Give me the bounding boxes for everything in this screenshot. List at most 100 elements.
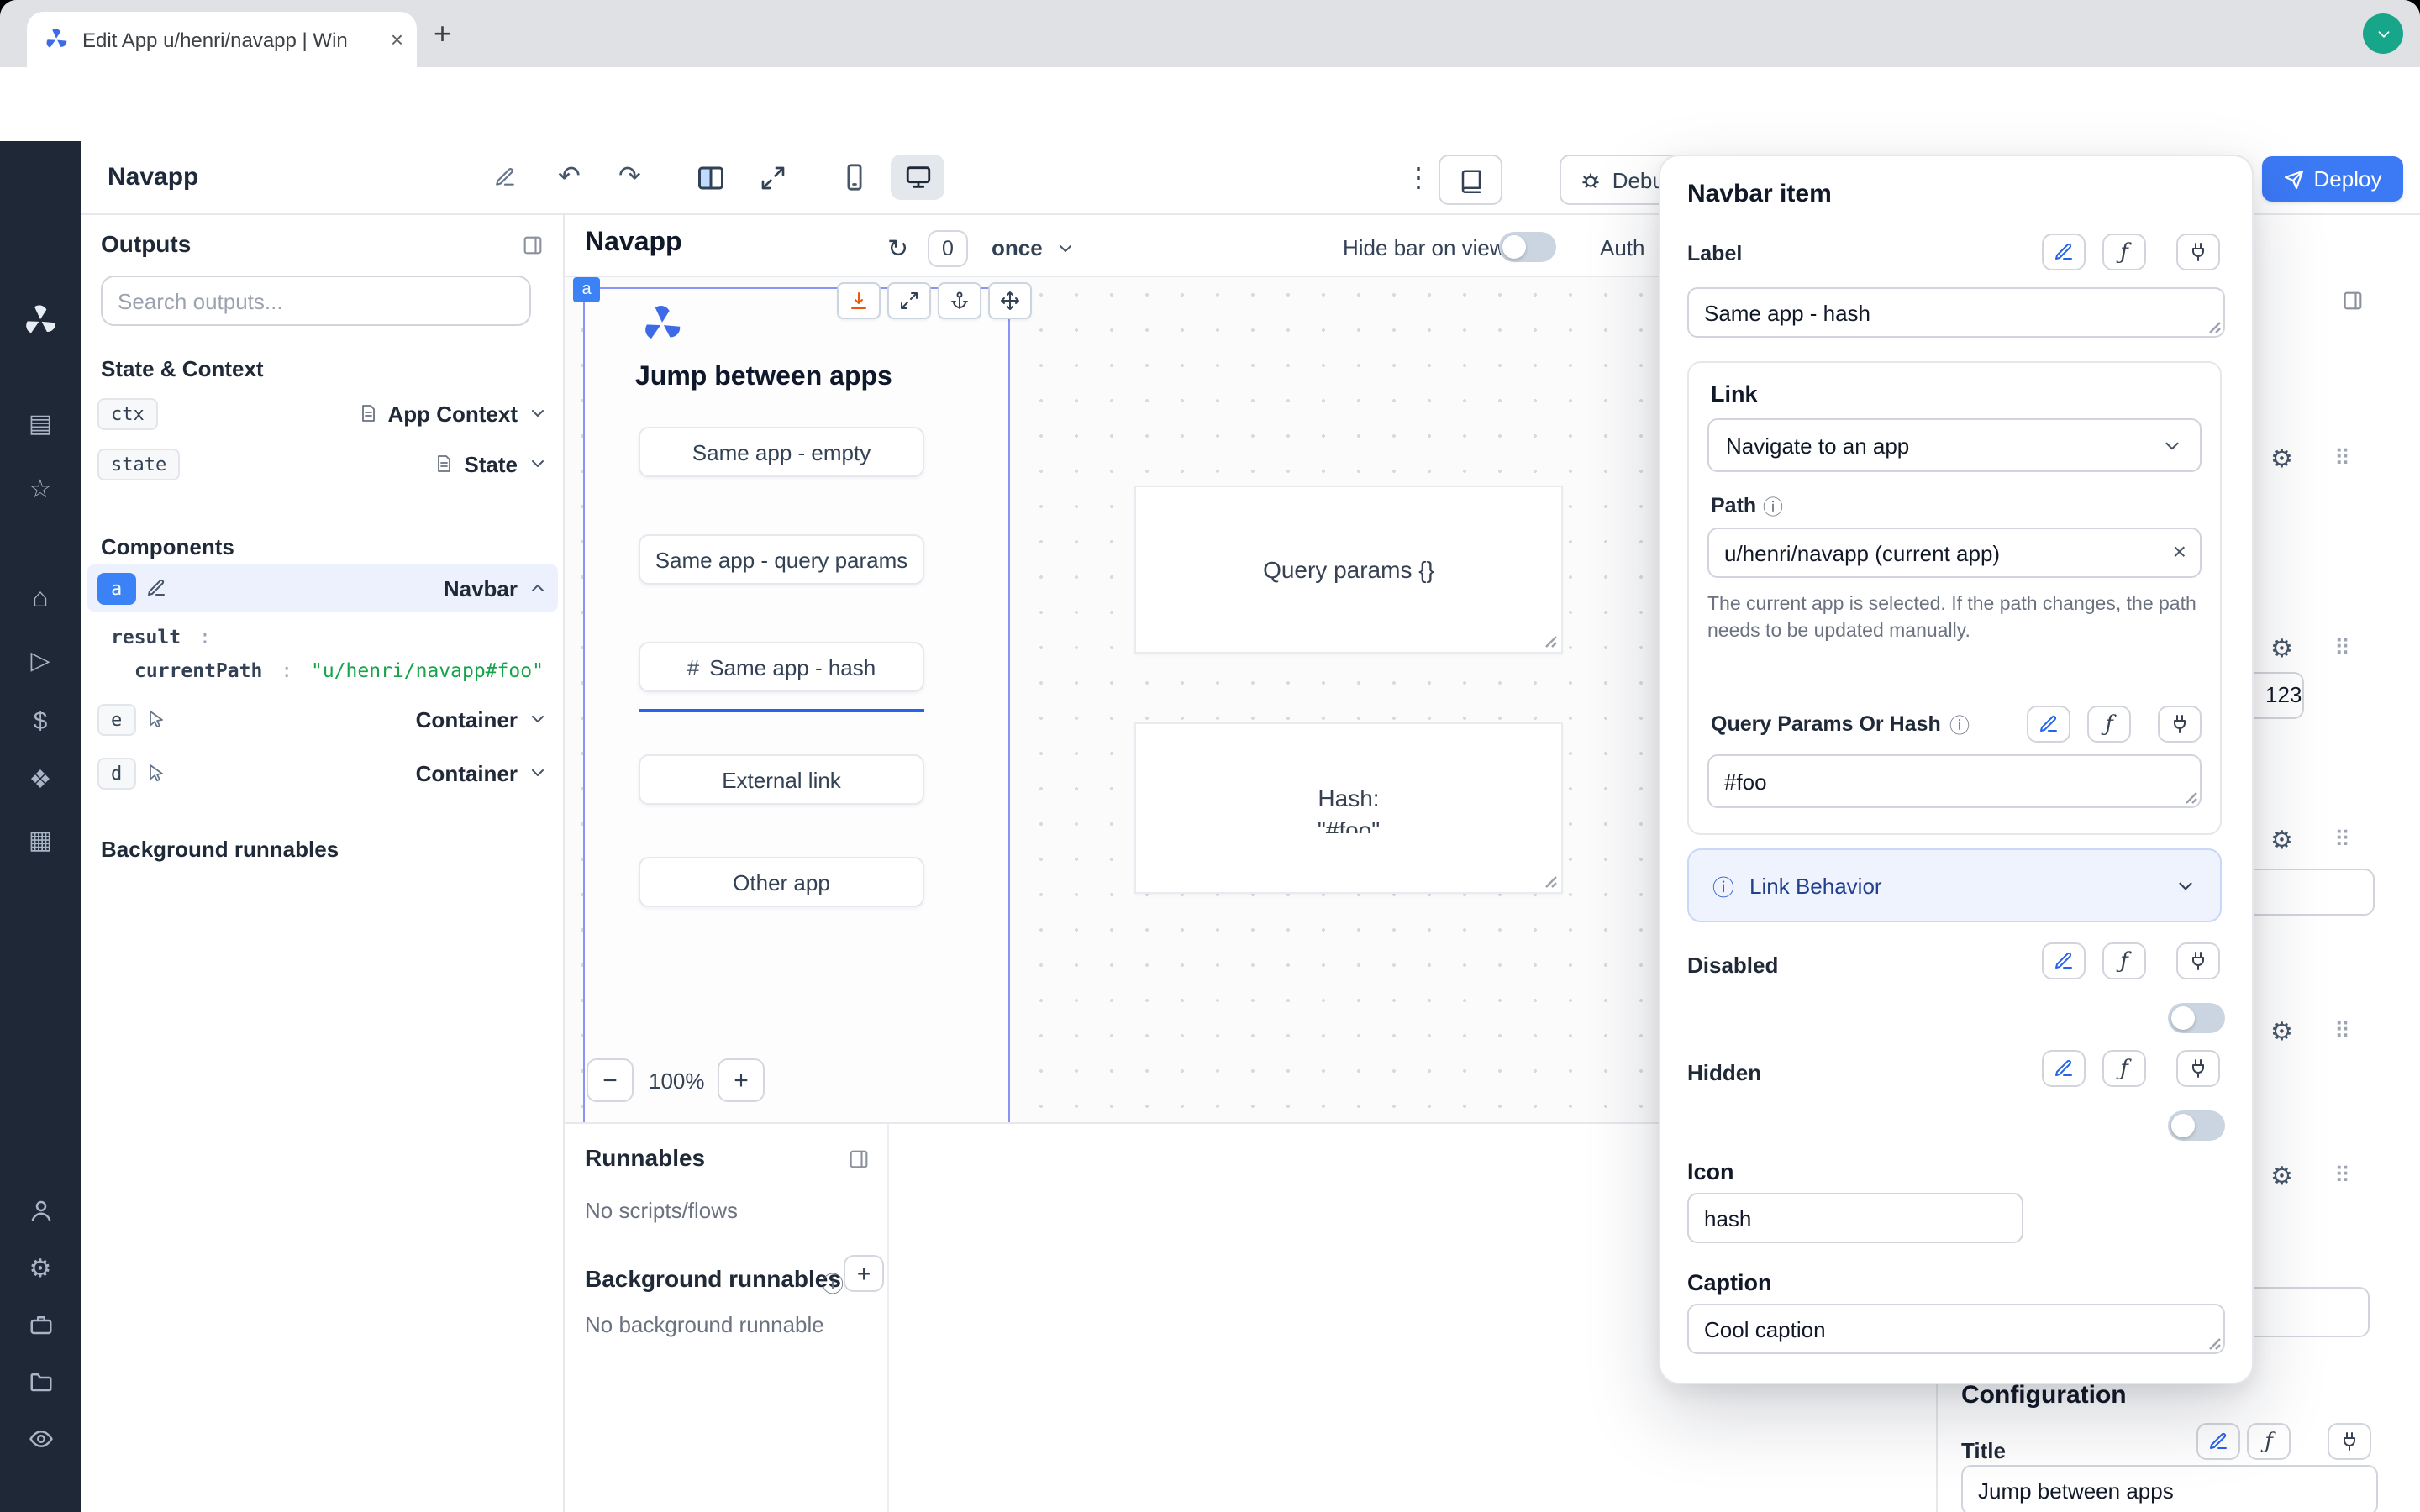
favorites-star-icon[interactable]: ☆ bbox=[0, 475, 81, 506]
fx-expression-button[interactable]: ƒ bbox=[2102, 942, 2146, 979]
schedules-calendar-icon[interactable]: ▦ bbox=[0, 827, 81, 857]
nav-link-empty[interactable]: Same app - empty bbox=[639, 427, 924, 477]
chevron-down-icon[interactable] bbox=[528, 763, 548, 783]
desktop-view-icon[interactable] bbox=[891, 155, 944, 200]
undo-icon[interactable]: ↶ bbox=[558, 160, 581, 193]
edit-pencil-icon[interactable] bbox=[145, 578, 166, 598]
hidden-toggle[interactable] bbox=[2168, 1110, 2225, 1141]
static-pencil-button[interactable] bbox=[2042, 1050, 2086, 1087]
audit-eye-icon[interactable] bbox=[0, 1426, 81, 1452]
connect-plug-button[interactable] bbox=[2176, 942, 2220, 979]
navbar-component-selected[interactable] bbox=[583, 287, 1010, 1122]
nav-link-hash-active[interactable]: # Same app - hash bbox=[639, 642, 924, 692]
query-params-panel[interactable]: Query params {} bbox=[1134, 486, 1563, 654]
users-person-icon[interactable] bbox=[0, 1198, 81, 1223]
redo-icon[interactable]: ↷ bbox=[618, 160, 641, 193]
container-d-row[interactable]: d Container bbox=[87, 749, 558, 796]
item-drag-handle-icon[interactable]: ⠿ bbox=[2334, 445, 2350, 472]
navbar-component-row[interactable]: a Navbar bbox=[87, 564, 558, 612]
more-options-icon[interactable]: ⋮ bbox=[1405, 161, 1432, 195]
windmill-logo[interactable] bbox=[22, 302, 59, 339]
nav-link-other-app[interactable]: Other app bbox=[639, 857, 924, 907]
outputs-panel-icon[interactable] bbox=[521, 234, 544, 257]
label-input[interactable] bbox=[1687, 287, 2225, 338]
resize-corner-icon[interactable] bbox=[1544, 635, 1558, 648]
workspace-briefcase-icon[interactable] bbox=[0, 1312, 81, 1337]
run-mode-dropdown[interactable]: once bbox=[992, 235, 1043, 260]
item-drag-handle-icon[interactable]: ⠿ bbox=[2334, 1018, 2350, 1045]
connect-plug-button[interactable] bbox=[2328, 1423, 2371, 1460]
ctx-row[interactable]: ctx App Context bbox=[87, 390, 558, 437]
resources-cube-icon[interactable]: ❖ bbox=[0, 766, 81, 796]
apps-grid-icon[interactable]: ▤ bbox=[0, 410, 81, 440]
nav-link-external[interactable]: External link bbox=[639, 754, 924, 805]
link-type-select[interactable]: Navigate to an app bbox=[1707, 418, 2202, 472]
resize-corner-icon[interactable] bbox=[2208, 321, 2222, 334]
link-behavior-collapsible[interactable]: ⓘ Link Behavior bbox=[1687, 848, 2222, 922]
expand-to-content-icon[interactable] bbox=[837, 282, 881, 319]
config-title-input[interactable] bbox=[1961, 1465, 2378, 1512]
static-pencil-button[interactable] bbox=[2042, 942, 2086, 979]
search-outputs-input[interactable] bbox=[101, 276, 531, 326]
item-drag-handle-icon[interactable]: ⠿ bbox=[2334, 1163, 2350, 1189]
refresh-icon[interactable]: ↻ bbox=[887, 234, 908, 264]
nav-link-query-params[interactable]: Same app - query params bbox=[639, 534, 924, 585]
zoom-in-button[interactable]: + bbox=[718, 1058, 765, 1102]
item-drag-handle-icon[interactable]: ⠿ bbox=[2334, 827, 2350, 853]
caption-input[interactable] bbox=[1687, 1304, 2225, 1354]
browser-tab[interactable]: Edit App u/henri/navapp | Win × bbox=[27, 12, 417, 67]
item-gear-icon[interactable]: ⚙ bbox=[2270, 1016, 2293, 1047]
item-drag-handle-icon[interactable]: ⠿ bbox=[2334, 635, 2350, 662]
new-tab-button[interactable]: + bbox=[434, 17, 451, 52]
fullscreen-component-icon[interactable] bbox=[887, 282, 931, 319]
clear-path-icon[interactable]: × bbox=[2173, 538, 2186, 564]
item-gear-icon[interactable]: ⚙ bbox=[2270, 1161, 2293, 1191]
tab-close-icon[interactable]: × bbox=[391, 27, 403, 52]
disabled-toggle[interactable] bbox=[2168, 1003, 2225, 1033]
rename-app-pencil-icon[interactable] bbox=[494, 166, 516, 188]
runs-play-icon[interactable]: ▷ bbox=[0, 647, 81, 677]
deploy-button[interactable]: Deploy bbox=[2262, 156, 2403, 202]
static-pencil-button[interactable] bbox=[2196, 1423, 2240, 1460]
resize-corner-icon[interactable] bbox=[2185, 791, 2198, 805]
static-pencil-button[interactable] bbox=[2027, 706, 2070, 743]
fullscreen-toggle-icon[interactable] bbox=[760, 165, 786, 192]
browser-profile-chevron[interactable] bbox=[2363, 13, 2403, 54]
anchor-icon[interactable] bbox=[938, 282, 981, 319]
move-component-icon[interactable] bbox=[988, 282, 1032, 319]
path-input[interactable] bbox=[1707, 528, 2202, 578]
runnables-panel-icon[interactable] bbox=[847, 1147, 871, 1171]
chevron-up-icon[interactable] bbox=[528, 578, 548, 598]
resize-corner-icon[interactable] bbox=[2208, 1337, 2222, 1351]
folders-icon[interactable] bbox=[0, 1369, 81, 1394]
container-e-row[interactable]: e Container bbox=[87, 696, 558, 743]
layout-outline-toggle-icon[interactable] bbox=[696, 163, 726, 193]
mobile-view-icon[interactable] bbox=[840, 163, 869, 192]
hide-bar-toggle[interactable] bbox=[1499, 232, 1556, 262]
item-gear-icon[interactable]: ⚙ bbox=[2270, 444, 2293, 474]
settings-panel-icon[interactable] bbox=[2341, 289, 2365, 312]
settings-gear-icon[interactable]: ⚙ bbox=[0, 1255, 81, 1285]
query-params-input[interactable] bbox=[1707, 754, 2202, 808]
chevron-down-icon[interactable] bbox=[528, 709, 548, 729]
fx-expression-button[interactable]: ƒ bbox=[2247, 1423, 2291, 1460]
connect-plug-button[interactable] bbox=[2176, 1050, 2220, 1087]
connect-plug-button[interactable] bbox=[2176, 234, 2220, 270]
fx-expression-button[interactable]: ƒ bbox=[2102, 1050, 2146, 1087]
chevron-down-icon[interactable] bbox=[528, 454, 548, 474]
icon-input[interactable] bbox=[1687, 1193, 2023, 1243]
chevron-down-icon[interactable] bbox=[1055, 239, 1076, 259]
variables-dollar-icon[interactable]: $ bbox=[0, 707, 81, 738]
connect-plug-button[interactable] bbox=[2158, 706, 2202, 743]
add-background-runnable-button[interactable]: + bbox=[844, 1255, 884, 1292]
home-icon[interactable]: ⌂ bbox=[0, 585, 81, 615]
fx-expression-button[interactable]: ƒ bbox=[2087, 706, 2131, 743]
item-gear-icon[interactable]: ⚙ bbox=[2270, 825, 2293, 855]
chevron-down-icon[interactable] bbox=[528, 403, 548, 423]
static-pencil-button[interactable] bbox=[2042, 234, 2086, 270]
resize-corner-icon[interactable] bbox=[1544, 875, 1558, 889]
state-row[interactable]: state State bbox=[87, 440, 558, 487]
zoom-out-button[interactable]: − bbox=[587, 1058, 634, 1102]
fx-expression-button[interactable]: ƒ bbox=[2102, 234, 2146, 270]
docs-book-button[interactable] bbox=[1439, 155, 1502, 205]
